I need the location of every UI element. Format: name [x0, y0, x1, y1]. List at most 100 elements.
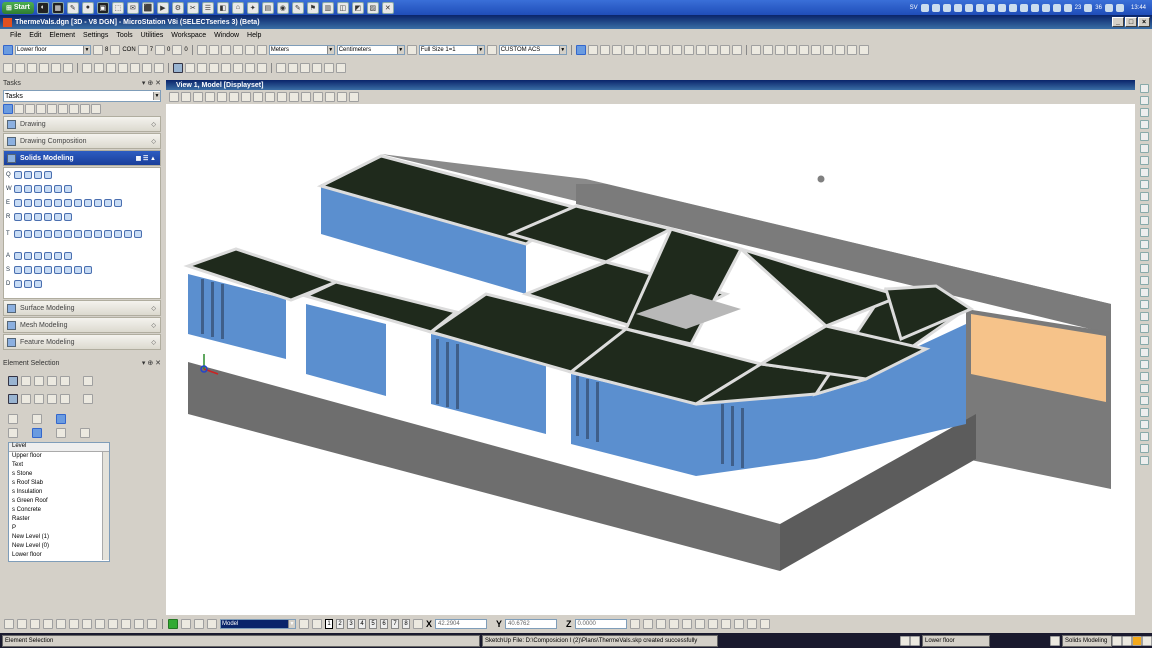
task-tool-icon[interactable]	[58, 104, 68, 114]
solid-tool-icon[interactable]	[14, 213, 22, 221]
solid-tool-icon[interactable]	[44, 213, 52, 221]
solid-tool-icon[interactable]	[14, 185, 22, 193]
view-6-button[interactable]: 6	[380, 619, 388, 629]
block-select-icon[interactable]	[21, 376, 31, 386]
tool-icon[interactable]	[27, 63, 37, 73]
view-next-icon[interactable]	[289, 92, 299, 102]
solid-tool-icon[interactable]	[74, 230, 82, 238]
task-tool-icon[interactable]	[3, 104, 13, 114]
solid-tool-icon[interactable]	[104, 199, 112, 207]
main-tool-icon[interactable]	[1139, 312, 1149, 321]
tool-icon[interactable]	[256, 45, 267, 55]
tray-icon[interactable]	[931, 3, 940, 12]
solid-tool-icon[interactable]	[34, 185, 42, 193]
tool-icon[interactable]	[299, 619, 309, 629]
taskbar-app-icon[interactable]: ▨	[366, 1, 379, 14]
tray-icon[interactable]	[975, 3, 984, 12]
tool-icon[interactable]	[707, 619, 718, 629]
taskbar-app-icon[interactable]: ✉	[126, 1, 139, 14]
solid-tool-icon[interactable]	[34, 171, 42, 179]
solid-tool-icon[interactable]	[14, 199, 22, 207]
tool-icon[interactable]	[668, 619, 679, 629]
tool-icon[interactable]	[17, 619, 27, 629]
main-tool-icon[interactable]	[1139, 156, 1149, 165]
tool-icon[interactable]	[750, 45, 761, 55]
pan-view-icon[interactable]	[265, 92, 275, 102]
solid-tool-icon[interactable]	[134, 230, 142, 238]
language-indicator[interactable]: SV	[910, 5, 918, 11]
lock-icon[interactable]	[83, 394, 93, 404]
solid-tool-icon[interactable]	[94, 199, 102, 207]
home-icon[interactable]	[1132, 635, 1142, 646]
update-view-icon[interactable]	[193, 92, 203, 102]
taskbar-app-icon[interactable]: ✦	[246, 1, 259, 14]
level-item[interactable]: s Concrete	[9, 506, 109, 515]
tool-icon[interactable]	[232, 45, 243, 55]
taskbar-app-icon[interactable]: ◉	[276, 1, 289, 14]
task-section-solids-modeling[interactable]: Solids Modeling ▦ ☰ ▲	[3, 150, 161, 166]
solid-tool-icon[interactable]	[34, 199, 42, 207]
tray-icon[interactable]	[986, 3, 995, 12]
taskbar-app-icon[interactable]: ▣	[96, 1, 109, 14]
line-style-value[interactable]: CON	[122, 47, 135, 53]
level-item[interactable]: New Level (1)	[9, 533, 109, 542]
solid-tool-icon[interactable]	[54, 213, 62, 221]
solid-tool-icon[interactable]	[34, 230, 42, 238]
add-selection-icon[interactable]	[21, 394, 31, 404]
main-tool-icon[interactable]	[1139, 252, 1149, 261]
tool-icon[interactable]	[762, 45, 773, 55]
taskbar-app-icon[interactable]: ☰	[201, 1, 214, 14]
task-tool-icon[interactable]	[36, 104, 46, 114]
solid-tool-icon[interactable]	[114, 199, 122, 207]
lock-icon[interactable]	[910, 635, 920, 646]
add-icon[interactable]	[168, 619, 178, 629]
tool-icon[interactable]	[822, 45, 833, 55]
line-weight-value[interactable]: 7	[150, 47, 153, 53]
solid-tool-icon[interactable]	[94, 230, 102, 238]
solid-tool-icon[interactable]	[104, 230, 112, 238]
tool-icon[interactable]	[94, 63, 104, 73]
tool-icon[interactable]	[694, 619, 705, 629]
tool-icon[interactable]	[244, 45, 255, 55]
clip-volume-icon[interactable]	[313, 92, 323, 102]
attribute-tab-icon[interactable]	[56, 428, 66, 438]
sub-units-combo[interactable]: Centimeters ▼	[336, 45, 405, 55]
tool-icon[interactable]	[746, 619, 757, 629]
main-tool-icon[interactable]	[1139, 276, 1149, 285]
level-item[interactable]: s Green Roof	[9, 497, 109, 506]
tool-icon[interactable]	[810, 45, 821, 55]
status-icon[interactable]	[1112, 635, 1122, 646]
level-list-scrollbar[interactable]	[102, 452, 109, 560]
solid-tool-icon[interactable]	[114, 230, 122, 238]
filter-tab-icon[interactable]	[32, 414, 42, 424]
main-tool-icon[interactable]	[1139, 300, 1149, 309]
main-tool-icon[interactable]	[1139, 120, 1149, 129]
level-manager-icon[interactable]	[3, 45, 13, 55]
menu-window[interactable]: Window	[214, 32, 239, 39]
level-item[interactable]: Text	[9, 461, 109, 470]
menu-workspace[interactable]: Workspace	[171, 32, 206, 39]
menu-help[interactable]: Help	[247, 32, 261, 39]
tool-icon[interactable]	[82, 619, 92, 629]
menu-settings[interactable]: Settings	[83, 32, 108, 39]
taskbar-app-icon[interactable]: ✎	[291, 1, 304, 14]
line-select-icon[interactable]	[60, 376, 70, 386]
solid-tool-icon[interactable]	[124, 230, 132, 238]
zoom-out-icon[interactable]	[217, 92, 227, 102]
solid-tool-icon[interactable]	[24, 252, 32, 260]
tool-icon[interactable]	[276, 63, 286, 73]
minimize-button[interactable]: _	[1112, 17, 1124, 27]
main-tool-icon[interactable]	[1139, 384, 1149, 393]
tool-icon[interactable]	[15, 63, 25, 73]
maximize-button[interactable]: □	[1125, 17, 1137, 27]
solid-tool-icon[interactable]	[44, 230, 52, 238]
start-button[interactable]: ⊞ Start	[2, 1, 34, 14]
main-tool-icon[interactable]	[1139, 420, 1149, 429]
tool-icon[interactable]	[121, 619, 131, 629]
clear-selection-icon[interactable]	[60, 394, 70, 404]
settings-icon[interactable]	[181, 619, 191, 629]
level-item[interactable]: P	[9, 524, 109, 533]
view-2-button[interactable]: 2	[336, 619, 344, 629]
solid-tool-icon[interactable]	[64, 252, 72, 260]
main-tool-icon[interactable]	[1139, 408, 1149, 417]
